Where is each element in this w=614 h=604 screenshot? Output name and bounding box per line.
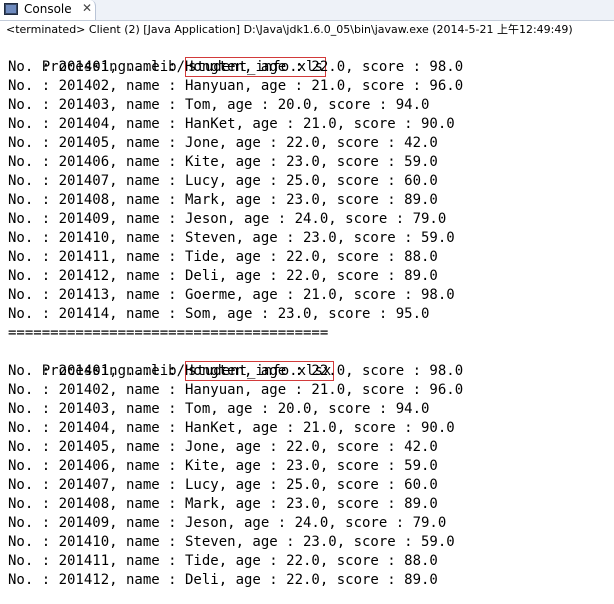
output-line: No. : 201402, name : Hanyuan, age : 21.0… [8,382,464,398]
output-line: No. : 201403, name : Tom, age : 20.0, sc… [8,97,430,113]
output-line: No. : 201408, name : Mark, age : 23.0, s… [8,496,438,512]
output-line: No. : 201404, name : HanKet, age : 21.0,… [8,116,455,132]
output-line: No. : 201412, name : Deli, age : 22.0, s… [8,572,438,588]
output-line: No. : 201405, name : Jone, age : 22.0, s… [8,135,438,151]
output-line: No. : 201402, name : Hanyuan, age : 21.0… [8,78,464,94]
output-line: No. : 201412, name : Deli, age : 22.0, s… [8,268,438,284]
output-line: No. : 201411, name : Tide, age : 22.0, s… [8,249,438,265]
console-icon [4,3,18,15]
output-line: No. : 201414, name : Som, age : 23.0, sc… [8,306,430,322]
output-line: No. : 201407, name : Lucy, age : 25.0, s… [8,477,438,493]
console-output[interactable]: Processing...lib/student_info.xls No. : … [0,39,614,604]
processing-line: Processing...lib/student_info.xlsx [8,343,335,381]
output-line: No. : 201403, name : Tom, age : 20.0, sc… [8,401,430,417]
console-tab-label: Console [24,2,72,16]
separator-line: ====================================== [8,325,329,341]
output-line: No. : 201405, name : Jone, age : 22.0, s… [8,439,438,455]
output-line: No. : 201409, name : Jeson, age : 24.0, … [8,211,447,227]
output-line: No. : 201406, name : Kite, age : 23.0, s… [8,458,438,474]
console-tab[interactable]: Console ✕ [0,0,96,20]
output-line: No. : 201401, name : Hongten, age : 22.0… [8,59,464,75]
output-line: No. : 201413, name : Goerme, age : 21.0,… [8,287,455,303]
output-line: No. : 201409, name : Jeson, age : 24.0, … [8,515,447,531]
output-line: No. : 201404, name : HanKet, age : 21.0,… [8,420,455,436]
output-line: No. : 201410, name : Steven, age : 23.0,… [8,230,455,246]
output-line: No. : 201407, name : Lucy, age : 25.0, s… [8,173,438,189]
output-line: No. : 201411, name : Tide, age : 22.0, s… [8,553,438,569]
close-icon[interactable]: ✕ [82,1,92,15]
console-status-line: <terminated> Client (2) [Java Applicatio… [0,21,614,39]
processing-line: Processing...lib/student_info.xls [8,39,326,77]
output-line: No. : 201408, name : Mark, age : 23.0, s… [8,192,438,208]
output-line: No. : 201410, name : Steven, age : 23.0,… [8,534,455,550]
output-line: No. : 201406, name : Kite, age : 23.0, s… [8,154,438,170]
view-tab-bar: Console ✕ [0,0,614,21]
output-line: No. : 201401, name : Hongten, age : 22.0… [8,363,464,379]
